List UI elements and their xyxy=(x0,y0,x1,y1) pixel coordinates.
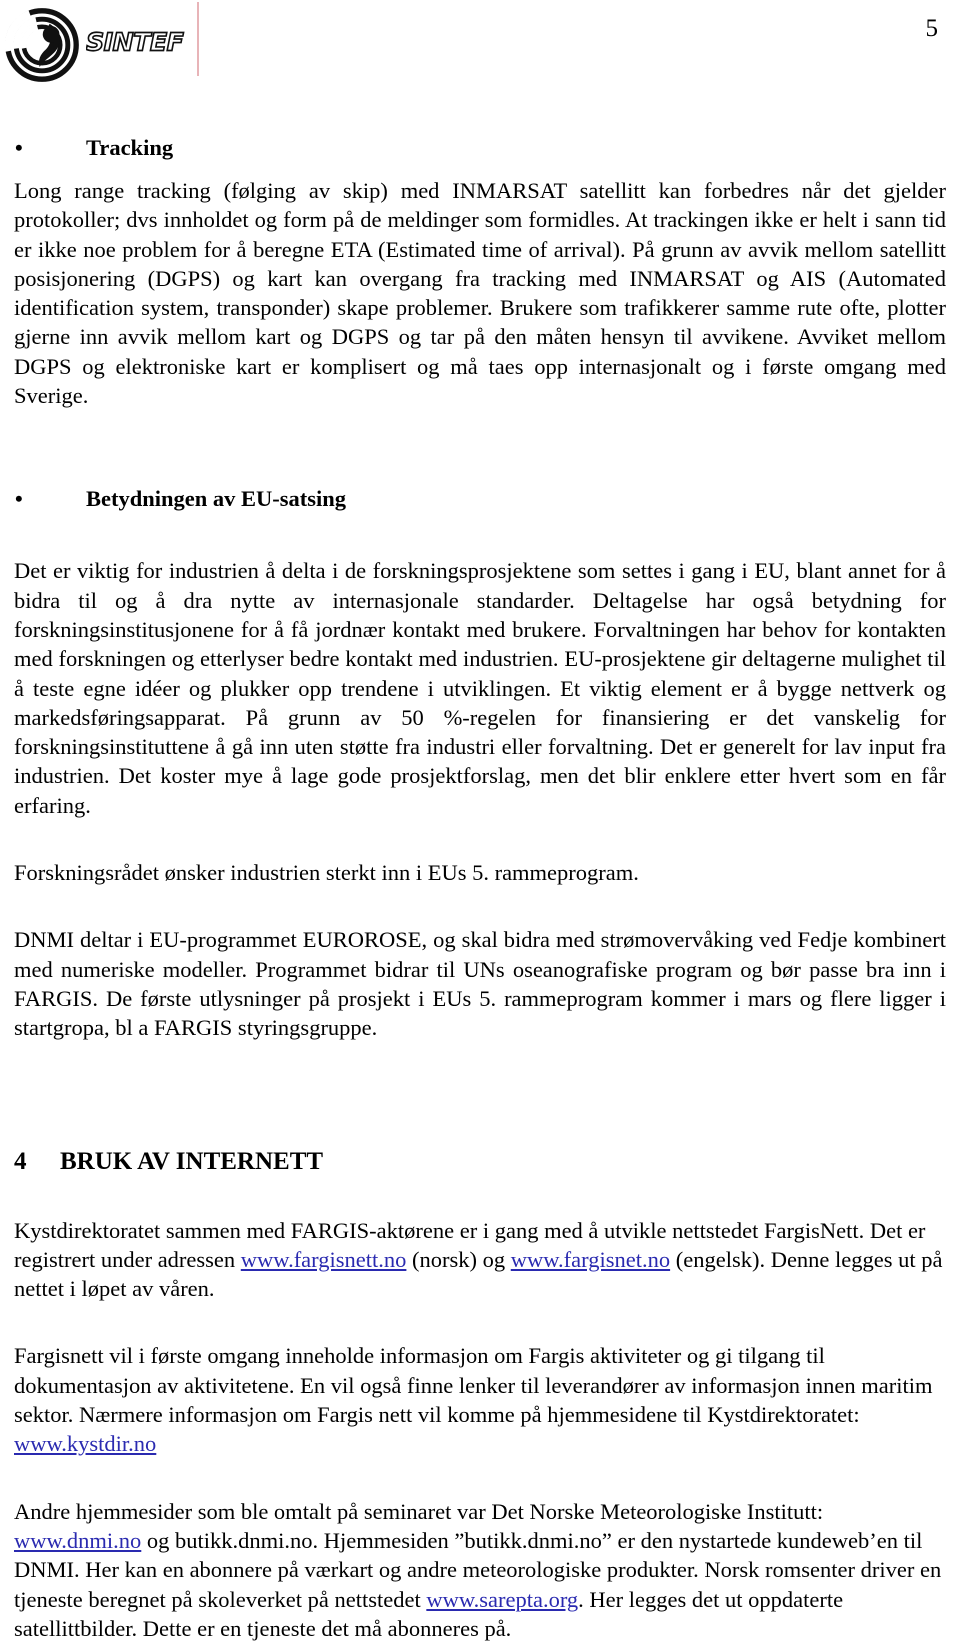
paragraph-internet-1-text-b: (norsk) og xyxy=(406,1246,511,1272)
bullet-heading-tracking: • Tracking xyxy=(14,133,946,162)
sintef-spiral-logo xyxy=(4,7,80,83)
document-body: • Tracking Long range tracking (følging … xyxy=(14,133,946,1643)
bullet-heading-eu-satsing: • Betydningen av EU-satsing xyxy=(14,484,946,513)
link-dnmi-no[interactable]: www.dnmi.no xyxy=(14,1528,141,1553)
paragraph-eu-1: Det er viktig for industrien å delta i d… xyxy=(14,558,946,818)
paragraph-internet-2: Fargisnett vil i første omgang inneholde… xyxy=(14,1341,946,1458)
paragraph-internet-3: Andre hjemmesider som ble omtalt på semi… xyxy=(14,1497,946,1643)
section-heading-bruk-av-internett: 4 BRUK AV INTERNETT xyxy=(14,1146,946,1178)
logo-divider-rule xyxy=(197,2,199,76)
page-number: 5 xyxy=(925,15,939,42)
paragraph-tracking: Long range tracking (følging av skip) me… xyxy=(14,178,946,409)
link-fargisnett-no[interactable]: www.fargisnett.no xyxy=(241,1247,407,1272)
link-sarepta-org[interactable]: www.sarepta.org xyxy=(426,1587,578,1612)
sintef-wordmark-text: SINTEF xyxy=(86,27,184,56)
section-heading-label: BRUK AV INTERNETT xyxy=(60,1147,324,1175)
bullet-heading-label: Tracking xyxy=(86,135,174,160)
bullet-icon: • xyxy=(15,486,23,512)
paragraph-internet-2-text-a: Fargisnett vil i første omgang inneholde… xyxy=(14,1343,933,1428)
paragraph-internet-1: Kystdirektoratet sammen med FARGIS-aktør… xyxy=(14,1216,946,1304)
bullet-heading-label: Betydningen av EU-satsing xyxy=(86,486,347,512)
paragraph-internet-3-text-a: Andre hjemmesider som ble omtalt på semi… xyxy=(14,1498,824,1524)
paragraph-eu-2: Forskningsrådet ønsker industrien sterkt… xyxy=(14,860,639,886)
link-kystdir-no[interactable]: www.kystdir.no xyxy=(14,1431,156,1456)
section-number: 4 xyxy=(14,1147,27,1175)
paragraph-eu-3: DNMI deltar i EU-programmet EUROROSE, og… xyxy=(14,927,946,1041)
bullet-icon: • xyxy=(15,135,23,160)
page-header: SINTEF 5 xyxy=(0,0,960,100)
link-fargisnet-no[interactable]: www.fargisnet.no xyxy=(511,1247,670,1272)
sintef-wordmark: SINTEF xyxy=(85,16,196,68)
